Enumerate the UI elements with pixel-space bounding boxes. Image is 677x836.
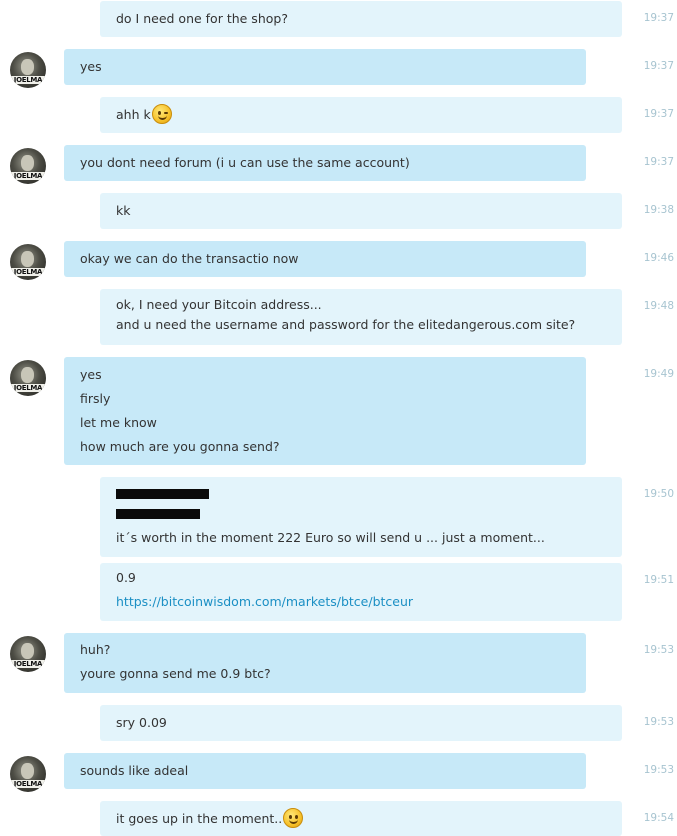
avatar-label: JOELMA (13, 172, 43, 180)
chat-message: sry 0.09 19:53 (0, 705, 677, 741)
avatar-label: JOELMA (13, 384, 43, 392)
smiley-icon (283, 808, 304, 828)
avatar[interactable]: JOELMA (10, 52, 46, 88)
avatar[interactable]: JOELMA (10, 636, 46, 672)
message-text: how much are you gonna send? (80, 439, 280, 454)
message-bubble[interactable]: okay we can do the transactio now (64, 241, 586, 277)
message-timestamp: 19:53 (643, 764, 674, 776)
avatar-label: JOELMA (13, 268, 43, 276)
chat-message: JOELMA sounds like adeal 19:53 (0, 753, 677, 792)
message-timestamp: 19:51 (643, 574, 674, 586)
message-text: ok, I need your Bitcoin address... (116, 297, 322, 312)
avatar[interactable]: JOELMA (10, 244, 46, 280)
message-text: kk (116, 203, 131, 218)
message-link[interactable]: https://bitcoinwisdom.com/markets/btce/b… (116, 590, 606, 614)
avatar[interactable]: JOELMA (10, 756, 46, 792)
message-timestamp: 19:37 (643, 156, 674, 168)
message-text: ahh k (116, 107, 151, 122)
message-text: yes (80, 367, 102, 382)
avatar-label: JOELMA (13, 780, 43, 788)
redacted-bitcoin-address (116, 489, 209, 499)
chat-message: JOELMA yes firsly let me know how much a… (0, 357, 677, 465)
chat-message: it goes up in the moment.. 19:54 (0, 801, 677, 836)
message-timestamp: 19:38 (643, 204, 674, 216)
chat-message: JOELMA huh? youre gonna send me 0.9 btc?… (0, 633, 677, 693)
message-text: and u need the username and password for… (116, 317, 576, 332)
message-text: you dont need forum (i u can use the sam… (80, 155, 410, 170)
message-timestamp: 19:48 (643, 300, 674, 312)
message-text: firsly (80, 391, 111, 406)
message-text: 0.9 (116, 570, 136, 585)
message-timestamp: 19:53 (643, 716, 674, 728)
message-bubble[interactable]: ahh k (100, 97, 622, 133)
message-timestamp: 19:53 (643, 644, 674, 656)
message-text: sry 0.09 (116, 715, 167, 730)
message-text: yes (80, 59, 102, 74)
message-text: youre gonna send me 0.9 btc? (80, 666, 271, 681)
message-timestamp: 19:37 (643, 12, 674, 24)
message-bubble[interactable]: kk (100, 193, 622, 229)
message-text: sounds like adeal (80, 763, 189, 778)
message-bubble[interactable]: sounds like adeal (64, 753, 586, 789)
message-text: it´s worth in the moment 222 Euro so wil… (116, 530, 545, 545)
message-timestamp: 19:54 (643, 812, 674, 824)
message-timestamp: 19:37 (643, 60, 674, 72)
message-bubble[interactable]: yes (64, 49, 586, 85)
message-timestamp: 19:46 (643, 252, 674, 264)
chat-message: kk 19:38 (0, 193, 677, 229)
message-timestamp: 19:37 (643, 108, 674, 120)
message-text: let me know (80, 415, 157, 430)
chat-message: JOELMA okay we can do the transactio now… (0, 241, 677, 280)
message-bubble[interactable]: sry 0.09 (100, 705, 622, 741)
message-bubble[interactable]: 0.9 https://bitcoinwisdom.com/markets/bt… (100, 563, 622, 621)
message-text: do I need one for the shop? (116, 11, 288, 26)
chat-message: ahh k 19:37 (0, 97, 677, 133)
message-text: okay we can do the transactio now (80, 251, 299, 266)
message-bubble[interactable]: you dont need forum (i u can use the sam… (64, 145, 586, 181)
chat-message: ok, I need your Bitcoin address... and u… (0, 289, 677, 345)
wink-smiley-icon (151, 104, 172, 124)
message-timestamp: 19:49 (643, 368, 674, 380)
avatar-label: JOELMA (13, 76, 43, 84)
chat-message: do I need one for the shop? 19:37 (0, 1, 677, 37)
avatar-label: JOELMA (13, 660, 43, 668)
message-timestamp: 19:50 (643, 488, 674, 500)
avatar[interactable]: JOELMA (10, 148, 46, 184)
redacted-bitcoin-address (116, 509, 200, 519)
message-bubble[interactable]: yes firsly let me know how much are you … (64, 357, 586, 465)
message-bubble[interactable]: it´s worth in the moment 222 Euro so wil… (100, 477, 622, 557)
avatar[interactable]: JOELMA (10, 360, 46, 396)
message-bubble[interactable]: huh? youre gonna send me 0.9 btc? (64, 633, 586, 693)
chat-message: 0.9 https://bitcoinwisdom.com/markets/bt… (0, 563, 677, 621)
message-bubble[interactable]: do I need one for the shop? (100, 1, 622, 37)
chat-message: it´s worth in the moment 222 Euro so wil… (0, 477, 677, 557)
chat-message: JOELMA you dont need forum (i u can use … (0, 145, 677, 184)
message-bubble[interactable]: it goes up in the moment.. (100, 801, 622, 836)
message-text: huh? (80, 642, 111, 657)
message-bubble[interactable]: ok, I need your Bitcoin address... and u… (100, 289, 622, 345)
message-text: it goes up in the moment.. (116, 811, 283, 826)
chat-message: JOELMA yes 19:37 (0, 49, 677, 88)
